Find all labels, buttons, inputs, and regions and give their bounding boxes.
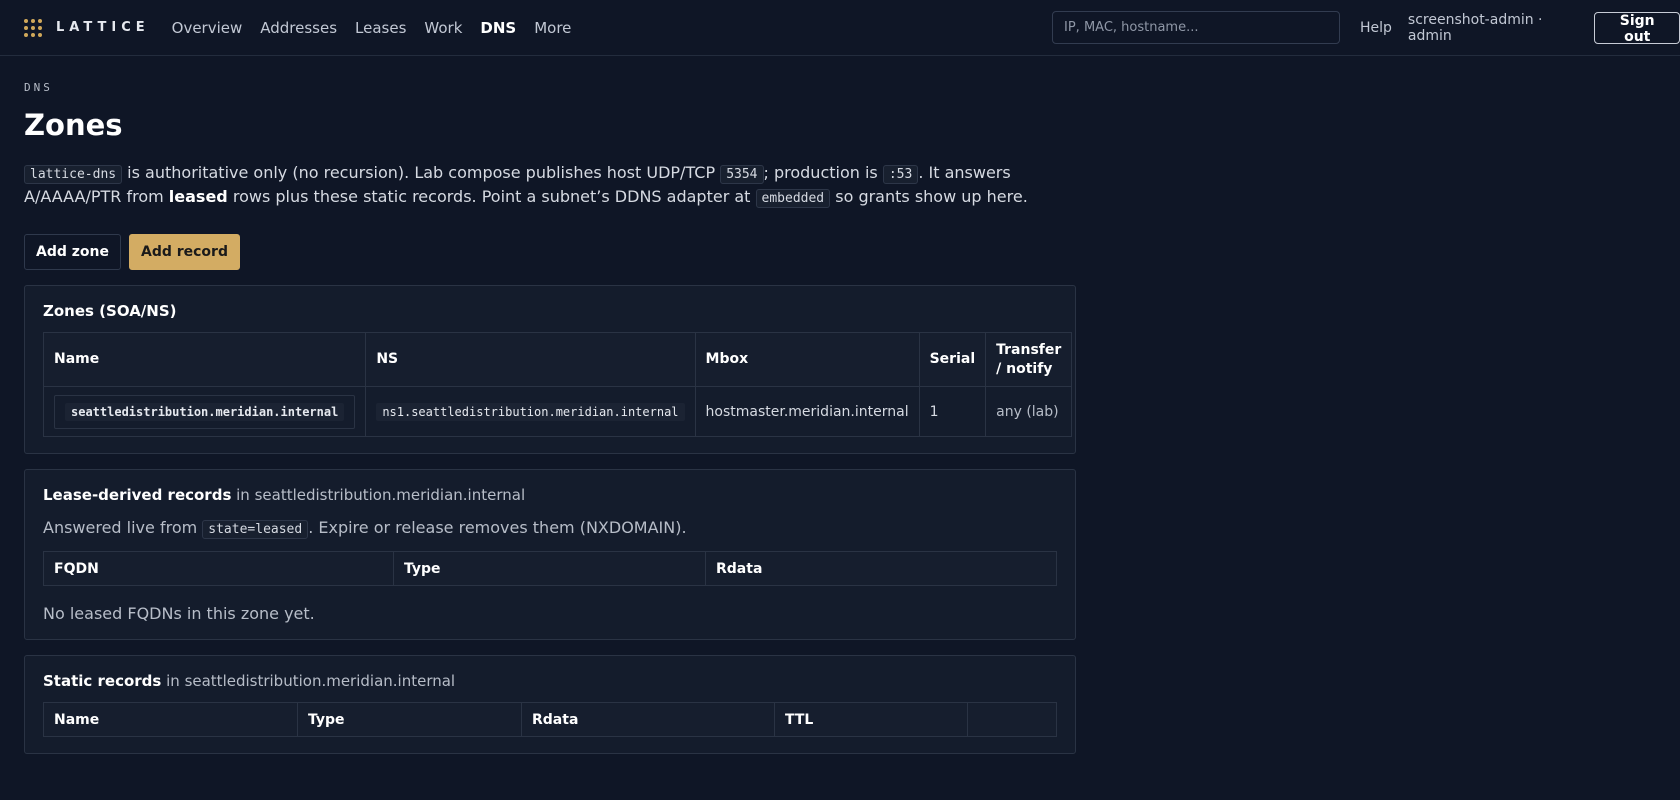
intro-part: is authoritative only (no recursion). La…: [122, 163, 721, 182]
zone-transfer: any (lab): [985, 386, 1073, 437]
column-header-transfer: Transfer / notify: [985, 332, 1073, 387]
zone-mbox: hostmaster.meridian.internal: [694, 386, 920, 437]
nav-overview[interactable]: Overview: [172, 19, 243, 37]
logo-text: LATTICE: [56, 20, 150, 35]
zone-ns: ns1.seattledistribution.meridian.interna…: [376, 402, 685, 421]
help-link[interactable]: Help: [1360, 20, 1392, 36]
intro-bold: leased: [168, 187, 228, 206]
static-panel-title-text: Static records: [43, 672, 162, 690]
main-nav: Overview Addresses Leases Work DNS More: [172, 19, 572, 37]
code-embedded: embedded: [755, 189, 831, 208]
header-right: Help screenshot-admin · admin Sign out: [1360, 0, 1680, 56]
zone-name: seattledistribution.meridian.internal: [65, 402, 345, 421]
zones-panel: Zones (SOA/NS) Name NS Mbox Serial Trans…: [24, 285, 1076, 454]
table-header-row: Name NS Mbox Serial Transfer / notify: [42, 332, 1073, 387]
breadcrumb: DNS: [24, 81, 53, 94]
column-header-ns: NS: [365, 332, 696, 387]
page-title: Zones: [24, 108, 123, 142]
code-prod-port: :53: [882, 165, 919, 184]
column-header-rdata: Rdata: [521, 702, 775, 737]
column-header-rdata: Rdata: [705, 551, 1057, 586]
zone-name-box[interactable]: seattledistribution.meridian.internal: [54, 394, 356, 429]
add-zone-button[interactable]: Add zone: [24, 234, 121, 270]
top-nav-bar: LATTICE Overview Addresses Leases Work D…: [0, 0, 1680, 56]
column-header-mbox: Mbox: [694, 332, 920, 387]
intro-text: lattice-dns is authoritative only (no re…: [24, 162, 1099, 210]
static-panel-zone: in seattledistribution.meridian.internal: [161, 672, 456, 690]
static-panel-title: Static records in seattledistribution.me…: [43, 672, 1057, 690]
table-header-row: FQDN Type Rdata: [43, 551, 1057, 586]
zone-ns-cell: ns1.seattledistribution.meridian.interna…: [365, 386, 696, 437]
lease-records-panel: Lease-derived records in seattledistribu…: [24, 469, 1076, 640]
empty-state-message: No leased FQDNs in this zone yet.: [43, 604, 315, 623]
action-buttons: Add zone Add record: [24, 234, 1076, 270]
grid-logo-icon: [24, 18, 42, 37]
nav-addresses[interactable]: Addresses: [260, 19, 337, 37]
column-header-name: Name: [42, 332, 367, 387]
lease-panel-title: Lease-derived records in seattledistribu…: [43, 486, 1057, 504]
table-row[interactable]: seattledistribution.meridian.internal ns…: [42, 386, 1073, 437]
static-records-panel: Static records in seattledistribution.me…: [24, 655, 1076, 754]
code-port: 5354: [720, 165, 764, 184]
sign-out-button[interactable]: Sign out: [1594, 12, 1680, 45]
intro-part: ; production is: [763, 163, 883, 182]
column-header-serial: Serial: [918, 332, 987, 387]
static-records-table: Name Type Rdata TTL: [43, 702, 1057, 737]
column-header-type: Type: [393, 551, 706, 586]
main-content: DNS Zones lattice-dns is authoritative o…: [0, 56, 1100, 754]
column-header-ttl: TTL: [774, 702, 968, 737]
nav-more[interactable]: More: [534, 19, 571, 37]
table-header-row: Name Type Rdata TTL: [43, 702, 1057, 737]
add-record-button[interactable]: Add record: [128, 234, 240, 270]
column-header-type: Type: [297, 702, 522, 737]
column-header-fqdn: FQDN: [43, 551, 394, 586]
column-header-name: Name: [43, 702, 298, 737]
desc-part: . Expire or release removes them (NXDOMA…: [308, 518, 687, 537]
lease-panel-zone: in seattledistribution.meridian.internal: [231, 486, 526, 504]
zones-table: Name NS Mbox Serial Transfer / notify se…: [42, 332, 1073, 437]
code-lattice-dns: lattice-dns: [24, 165, 123, 184]
lease-records-table: FQDN Type Rdata: [43, 551, 1057, 586]
search-input[interactable]: [1052, 11, 1340, 44]
zone-serial: 1: [918, 386, 987, 437]
desc-part: Answered live from: [43, 518, 203, 537]
intro-part: so grants show up here.: [830, 187, 1028, 206]
zone-name-cell: seattledistribution.meridian.internal: [42, 386, 367, 437]
nav-dns[interactable]: DNS: [480, 19, 516, 37]
lease-panel-description: Answered live from state=leased. Expire …: [43, 518, 1057, 539]
user-label: screenshot-admin · admin: [1407, 12, 1543, 44]
code-state-leased: state=leased: [202, 520, 309, 539]
lease-panel-title-text: Lease-derived records: [43, 486, 232, 504]
logo[interactable]: LATTICE: [24, 18, 150, 37]
nav-leases[interactable]: Leases: [355, 19, 406, 37]
intro-part: rows plus these static records. Point a …: [227, 187, 756, 206]
column-header-actions: [967, 702, 1057, 737]
zones-panel-title: Zones (SOA/NS): [43, 302, 177, 320]
nav-work[interactable]: Work: [424, 19, 462, 37]
